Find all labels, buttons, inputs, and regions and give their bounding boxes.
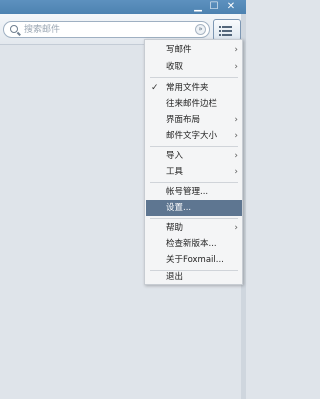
menu-item-label: 退出 xyxy=(166,272,184,282)
search-input[interactable] xyxy=(24,23,184,37)
close-button[interactable]: ✕ xyxy=(225,1,237,12)
menu-item-check-update[interactable]: 检查新版本... xyxy=(146,236,242,252)
menu-item-label: 帐号管理... xyxy=(166,187,209,197)
submenu-arrow-icon: › xyxy=(234,151,238,161)
menu-item-label: 帮助 xyxy=(166,223,184,233)
menu-item-help[interactable]: 帮助 › xyxy=(146,220,242,236)
menu-item-label: 往来邮件边栏 xyxy=(166,99,218,109)
menu-item-import[interactable]: 导入 › xyxy=(146,148,242,164)
menu-item-label: 关于Foxmail... xyxy=(166,255,224,265)
submenu-arrow-icon: › xyxy=(234,131,238,141)
menu-item-correspondence-sidebar[interactable]: 往来邮件边栏 xyxy=(146,96,242,112)
menu-item-receive[interactable]: 收取 › xyxy=(146,59,242,75)
menu-item-settings[interactable]: 设置... xyxy=(146,200,242,216)
submenu-arrow-icon: › xyxy=(234,167,238,177)
menu-item-font-size[interactable]: 邮件文字大小 › xyxy=(146,128,242,144)
maximize-button[interactable]: ☐ xyxy=(208,1,220,12)
menu-item-label: 检查新版本... xyxy=(166,239,217,249)
menu-item-exit[interactable]: 退出 xyxy=(146,269,242,285)
menu-item-label: 导入 xyxy=(166,151,184,161)
menu-item-account-management[interactable]: 帐号管理... xyxy=(146,184,242,200)
search-icon xyxy=(10,25,18,33)
main-menu-button[interactable] xyxy=(213,19,241,41)
title-bar: ▁ ☐ ✕ xyxy=(0,0,246,14)
menu-item-label: 写邮件 xyxy=(166,45,192,55)
menu-separator xyxy=(150,77,238,78)
check-icon: ✓ xyxy=(151,83,159,93)
minimize-button[interactable]: ▁ xyxy=(192,1,204,12)
menu-item-about[interactable]: 关于Foxmail... xyxy=(146,252,242,268)
menu-item-compose[interactable]: 写邮件 › xyxy=(146,42,242,58)
submenu-arrow-icon: › xyxy=(234,115,238,125)
menu-item-label: 工具 xyxy=(166,167,184,177)
main-menu: 写邮件 › 收取 › ✓ 常用文件夹 往来邮件边栏 界面布局 › 邮件文字大小 › 导入 ›… xyxy=(144,39,243,285)
submenu-arrow-icon: › xyxy=(234,62,238,72)
menu-item-label: 收取 xyxy=(166,62,184,72)
menu-item-label: 邮件文字大小 xyxy=(166,131,218,141)
menu-separator xyxy=(150,218,238,219)
menu-item-favorite-folders[interactable]: ✓ 常用文件夹 xyxy=(146,80,242,96)
menu-item-label: 设置... xyxy=(166,203,192,213)
menu-separator xyxy=(150,146,238,147)
menu-separator xyxy=(150,182,238,183)
menu-item-label: 常用文件夹 xyxy=(166,83,209,93)
chevron-down-icon[interactable]: » xyxy=(195,24,206,35)
menu-item-label: 界面布局 xyxy=(166,115,201,125)
search-box[interactable]: » xyxy=(3,21,210,38)
menu-item-tools[interactable]: 工具 › xyxy=(146,164,242,180)
submenu-arrow-icon: › xyxy=(234,45,238,55)
menu-item-layout[interactable]: 界面布局 › xyxy=(146,112,242,128)
submenu-arrow-icon: › xyxy=(234,223,238,233)
